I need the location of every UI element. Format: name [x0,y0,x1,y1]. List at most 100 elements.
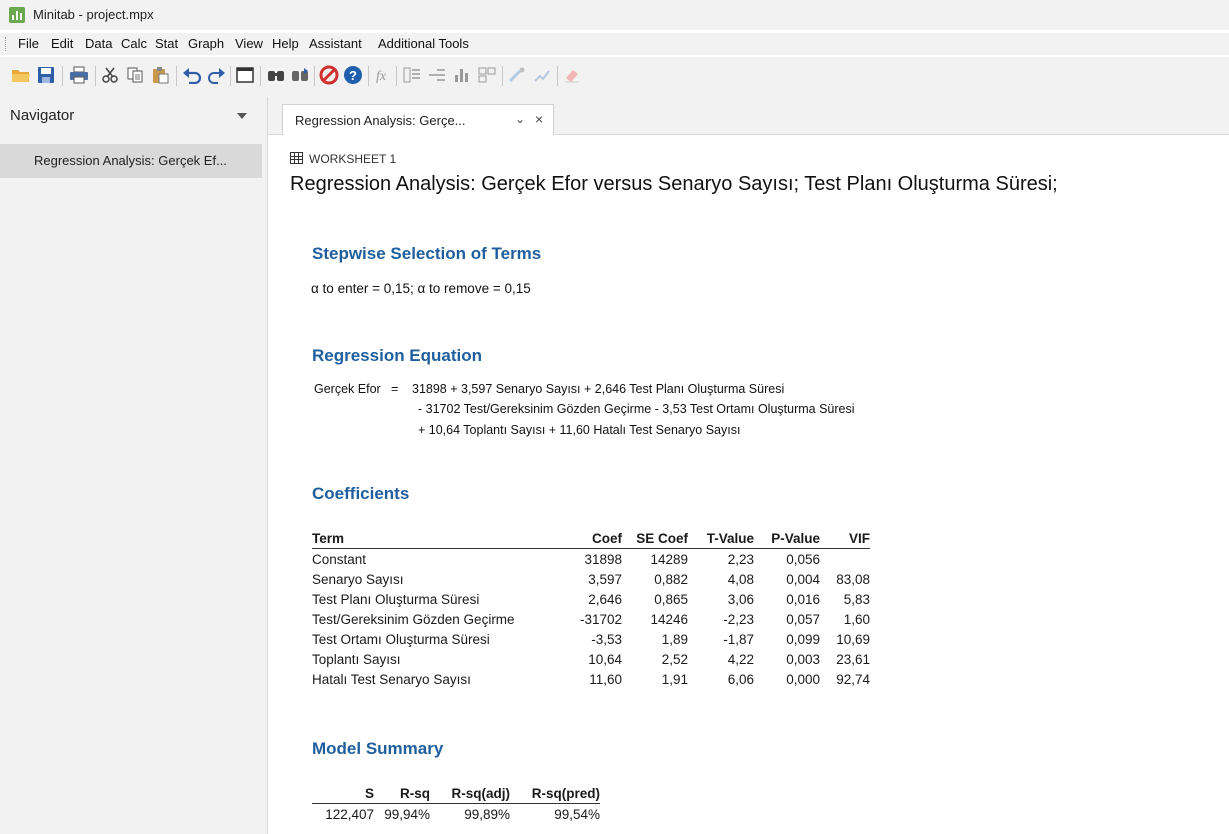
table-cell: -31702 [580,611,623,627]
toolbar-divider [95,66,96,86]
table-row: Toplantı Sayısı 10,64 2,52 4,22 0,003 23,61 [312,649,870,669]
table-cell: 31898 [584,551,623,567]
table-cell: Test Ortamı Oluşturma Süresi [312,631,490,647]
table-cell: 99,89% [464,806,510,822]
table-cell: 5,83 [843,591,871,607]
table-cell: 92,74 [836,671,871,687]
chevron-down-icon[interactable] [237,113,247,119]
table-cell: 0,003 [786,651,821,667]
worksheet-name: WORKSHEET 1 [309,152,397,166]
menu-stat[interactable]: Stat [155,36,178,51]
find-next-icon[interactable] [290,64,310,86]
column-header: T-Value [688,528,755,549]
print-icon[interactable] [69,64,89,86]
column-header: R-sq(pred) [510,783,600,804]
table-row: Hatalı Test Senaryo Sayısı 11,60 1,91 6,06 0… [312,669,870,689]
worksheet-label: WORKSHEET 1 [290,152,396,166]
toolbar-divider [62,66,63,86]
copy-icon[interactable] [125,64,145,86]
window-title: Minitab - project.mpx [33,7,154,22]
table-cell: -2,23 [723,611,755,627]
table-cell: 0,882 [654,571,689,587]
menu-file[interactable]: File [18,36,39,51]
column-header: S [312,783,374,804]
navigator-item-label: Regression Analysis: Gerçek Ef... [34,153,227,168]
equation-line-3: + 10,64 Toplantı Sayısı + 11,60 Hatalı T… [418,423,741,437]
svg-text:fx: fx [376,69,387,84]
open-icon[interactable] [11,64,31,86]
table-cell: 0,000 [786,671,821,687]
close-icon[interactable]: × [535,111,543,127]
table-cell: 10,64 [588,651,623,667]
menu-edit[interactable]: Edit [51,36,73,51]
menu-assistant[interactable]: Assistant [309,36,362,51]
column-header: Term [312,528,570,549]
eraser-icon[interactable] [562,64,582,86]
table-cell: 4,22 [727,651,755,667]
column-header: SE Coef [622,528,689,549]
table-cell: 122,407 [325,806,374,822]
toolbar-divider [396,66,397,86]
graph-edit-icon[interactable] [532,64,552,86]
table-cell: 6,06 [727,671,755,687]
fx-icon[interactable]: fx [374,64,394,86]
brush-icon[interactable] [507,64,527,86]
table-row: Test Planı Oluşturma Süresi 2,646 0,865 3,0… [312,589,870,609]
save-icon[interactable] [36,64,56,86]
menu-help[interactable]: Help [272,36,299,51]
cut-icon[interactable] [100,64,120,86]
toolbar-divider [502,66,503,86]
table-cell: Toplantı Sayısı [312,651,401,667]
equation-line-2: - 31702 Test/Gereksinim Gözden Geçirme -… [418,402,855,416]
table-cell: Hatalı Test Senaryo Sayısı [312,671,471,687]
table-cell: 0,056 [786,551,821,567]
menu-data[interactable]: Data [85,36,112,51]
navigator-item-regression[interactable]: Regression Analysis: Gerçek Ef... [0,144,262,178]
table-cell: 2,52 [661,651,689,667]
help-icon[interactable]: ? [343,64,363,86]
undo-icon[interactable] [182,64,202,86]
menu-calc[interactable]: Calc [121,36,147,51]
tab-regression-analysis[interactable]: Regression Analysis: Gerçe... ⌄ × [282,104,554,136]
find-icon[interactable] [266,64,286,86]
table-cell: 99,54% [554,806,600,822]
equation-equals: = [391,382,399,396]
stack-icon[interactable] [402,64,422,86]
bar-icon[interactable] [452,64,472,86]
stepwise-heading: Stepwise Selection of Terms [312,244,542,263]
menu-grip [5,37,7,51]
paste-icon[interactable] [150,64,170,86]
table-header-row: Term Coef SE Coef T-Value P-Value VIF [312,528,871,549]
model-summary-table: S R-sq R-sq(adj) R-sq(pred) 122,407 99,9… [312,783,600,824]
tab-chevron-icon[interactable]: ⌄ [515,112,525,126]
toolbar-divider [176,66,177,86]
model-summary-heading: Model Summary [312,739,444,758]
table-cell: 0,016 [786,591,821,607]
table-cell: -3,53 [591,631,623,647]
table-cell: 23,61 [836,651,871,667]
title-bar: Minitab - project.mpx [0,0,1229,30]
equation-line-1: 31898 + 3,597 Senaryo Sayısı + 2,646 Tes… [412,382,785,396]
output-pane: WORKSHEET 1 Regression Analysis: Gerçek … [268,135,1229,834]
table-cell: -1,87 [723,631,755,647]
toolbar-divider [230,66,231,86]
toolbar-divider [368,66,369,86]
page-title: Regression Analysis: Gerçek Efor versus … [290,173,1058,195]
redo-icon[interactable] [206,64,226,86]
column-header: P-Value [754,528,821,549]
layout-icon[interactable] [477,64,497,86]
table-cell: 99,94% [384,806,430,822]
toolbar-divider [260,66,261,86]
menu-graph[interactable]: Graph [188,36,224,51]
cancel-icon[interactable] [319,64,339,86]
align-icon[interactable] [427,64,447,86]
menu-view[interactable]: View [235,36,263,51]
table-cell: 3,06 [727,591,755,607]
window-icon[interactable] [235,64,255,86]
table-row: Constant 31898 14289 2,23 0,056 [312,549,870,570]
table-cell: 0,057 [786,611,821,627]
svg-text:?: ? [349,68,357,83]
menu-additional-tools[interactable]: Additional Tools [378,36,469,51]
table-cell: 2,646 [588,591,623,607]
menu-bar: File Edit Data Calc Stat Graph View Help… [0,33,1229,55]
